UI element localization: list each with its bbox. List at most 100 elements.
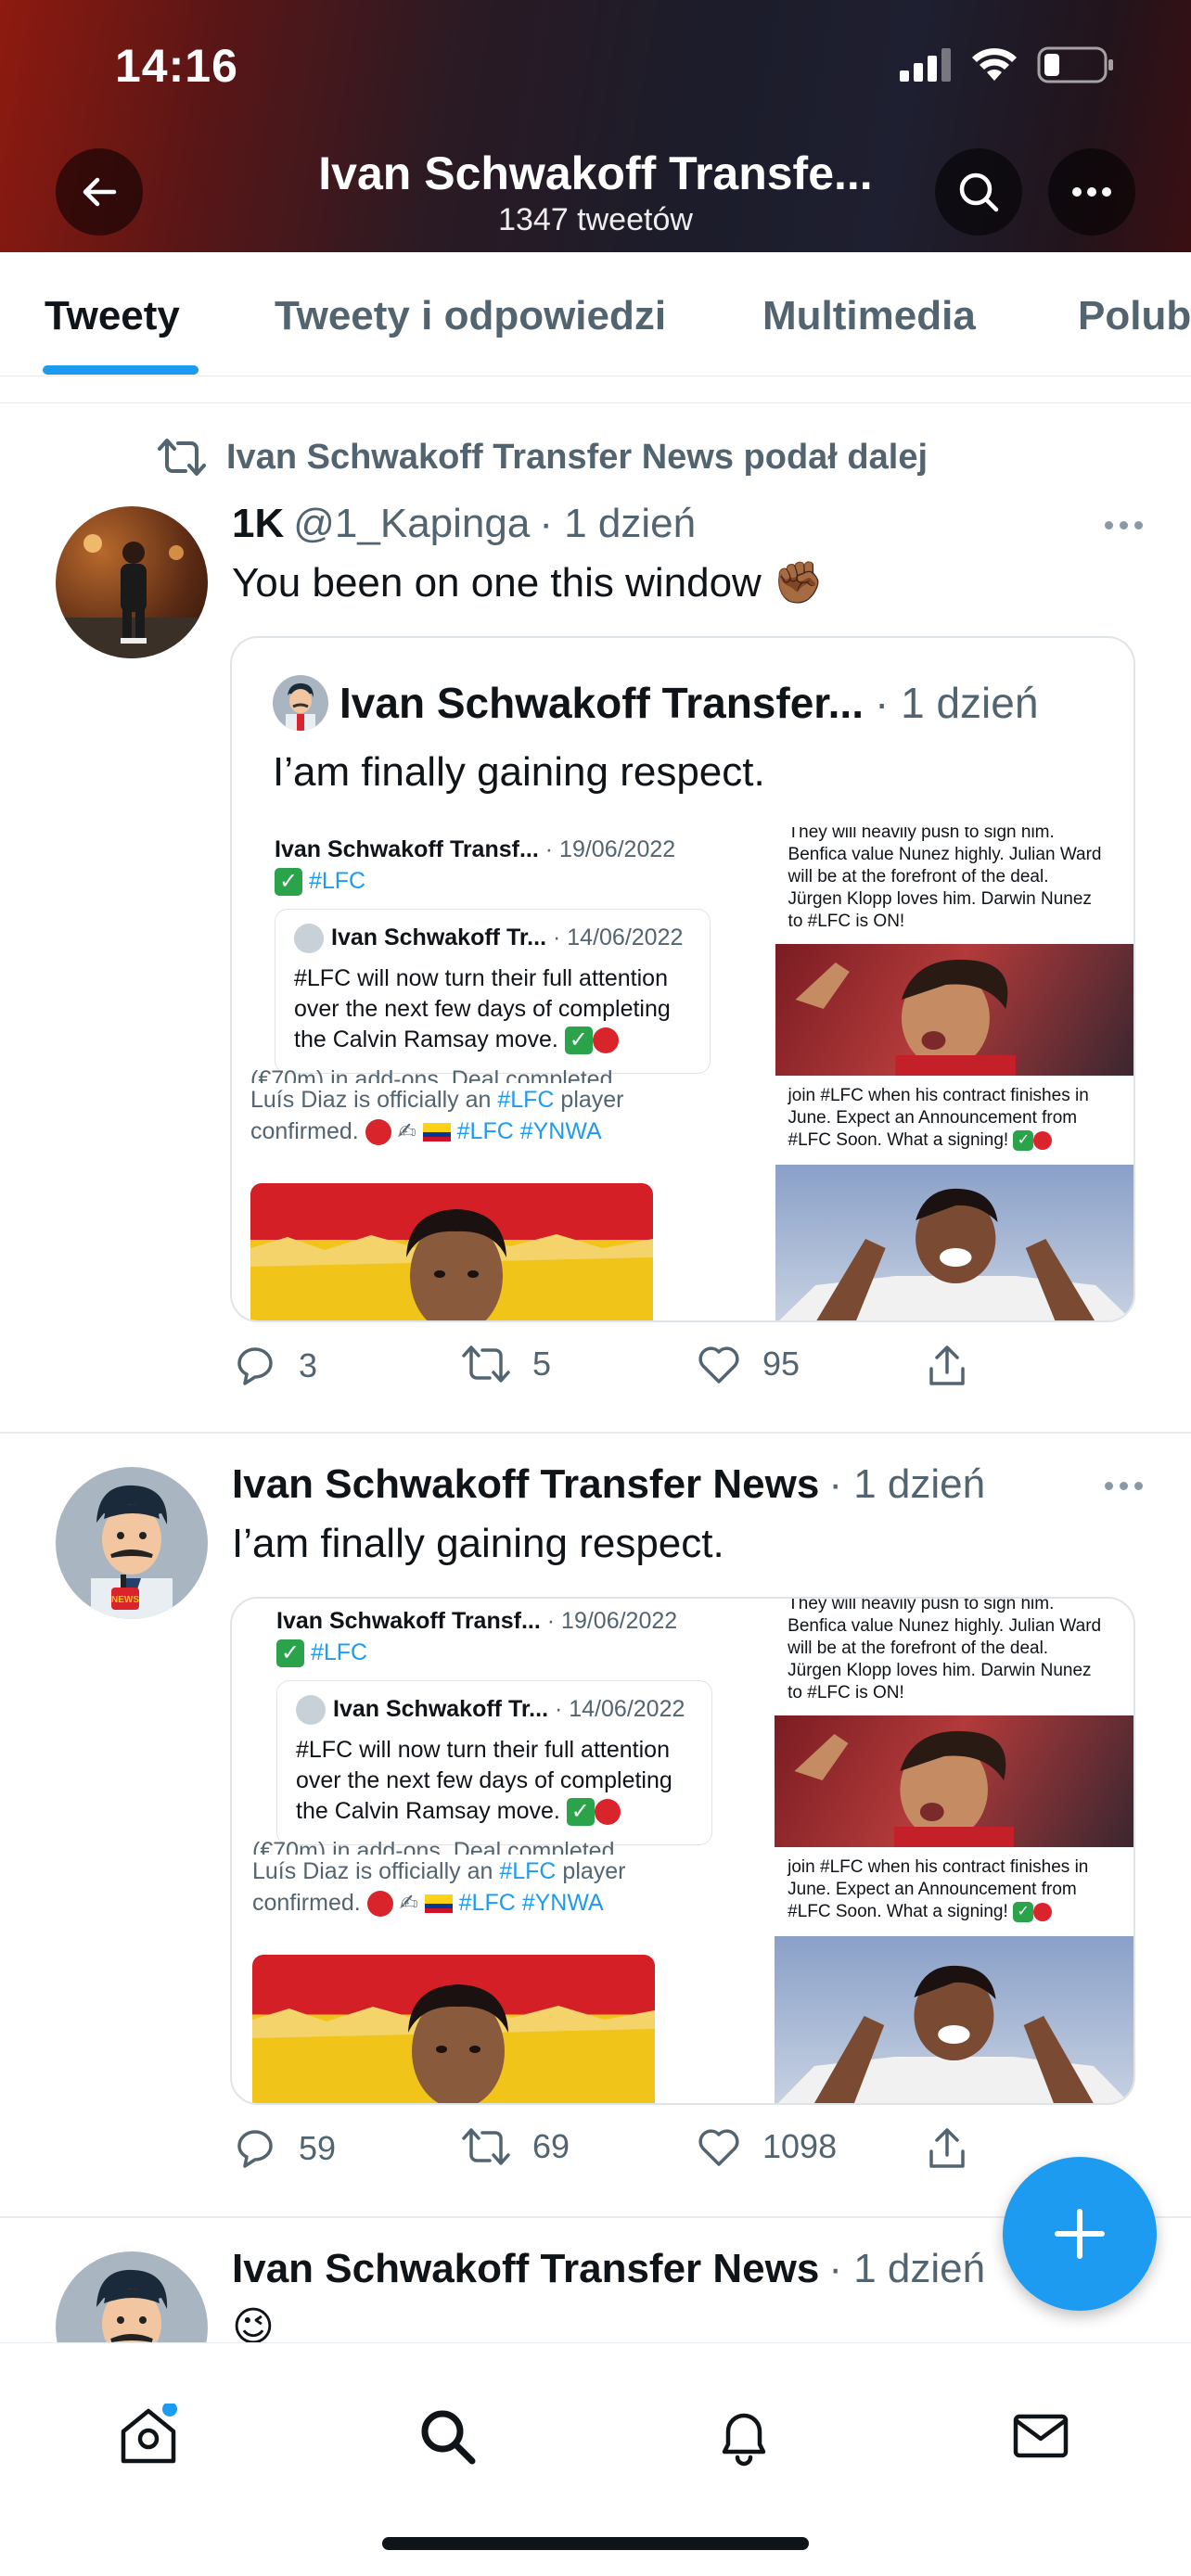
ss-carvalho-line2: June. Expect an Announcement from: [788, 1108, 1078, 1128]
retweet-count: 69: [532, 2127, 570, 2165]
back-button[interactable]: [56, 148, 143, 236]
writing-hand-icon: ✍: [399, 1891, 418, 1916]
ss-inner-quote: Ivan Schwakoff Tr... · 14/06/2022 #LFC w…: [275, 909, 711, 1074]
red-circle-icon: [1033, 1902, 1053, 1921]
ss-inner-line2: over the next few days of completing: [294, 996, 671, 1022]
ss-inner-date: · 14/06/2022: [554, 1696, 685, 1722]
quoted-tweet-header: Ivan Schwakoff Transfer... · 1 dzień: [273, 675, 1038, 731]
tab-media[interactable]: Multimedia: [762, 293, 976, 339]
tab-tweets-replies[interactable]: Tweety i odpowiedzi: [275, 293, 666, 339]
status-time: 14:16: [115, 40, 238, 92]
ss-diaz-a: Luís Diaz is officially an: [250, 1087, 498, 1113]
share-button[interactable]: [924, 1343, 970, 1389]
colombia-flag-icon: [422, 1123, 451, 1142]
checkmark-icon: ✓: [275, 868, 302, 897]
quoted-tweet[interactable]: Ivan Schwakoff Transfer... · 1 dzień I’a…: [230, 636, 1135, 1322]
ss-diaz-tags: #LFC #YNWA: [456, 1118, 602, 1144]
nav-messages[interactable]: [1004, 2399, 1078, 2473]
search-button[interactable]: [935, 148, 1022, 236]
handle[interactable]: @1_Kapinga: [293, 501, 530, 547]
ss-nunez-line4: Jürgen Klopp loves him. Darwin Nunez: [788, 1661, 1092, 1680]
tweet-time: · 1 dzień: [828, 2246, 986, 2291]
retweet-button[interactable]: 69: [460, 2125, 570, 2168]
search-icon: [421, 2410, 476, 2465]
ss-diaz-confirmed: confirmed.: [252, 1890, 361, 1916]
tweet-media[interactable]: Ivan Schwakoff Transf... · 19/06/2022 ✓ …: [232, 827, 1133, 1320]
more-icon: [1072, 187, 1111, 197]
quoted-time: · 1 dzień: [874, 679, 1039, 727]
share-icon: [929, 1345, 965, 1385]
display-name[interactable]: 1K: [232, 501, 284, 547]
ss-carvalho-line2: June. Expect an Announcement from: [788, 1880, 1077, 1899]
avatar[interactable]: NEWS: [56, 1467, 208, 1619]
avatar[interactable]: [56, 506, 208, 658]
home-icon: [121, 2404, 177, 2464]
player-portrait-icon: [250, 1209, 653, 1320]
status-icons: [900, 46, 1115, 83]
retweet-button[interactable]: 5: [460, 1343, 551, 1385]
checkmark-icon: ✓: [276, 1639, 304, 1668]
tweet-more-button[interactable]: [1105, 1482, 1143, 1490]
display-name[interactable]: Ivan Schwakoff Transfer News: [232, 2246, 819, 2292]
tab-tweets[interactable]: Tweety: [45, 293, 180, 339]
ss-nunez-line3: will be at the forefront of the deal.: [788, 1639, 1049, 1658]
checkmark-icon: ✓: [566, 1798, 595, 1827]
ss-diaz-b: player: [554, 1087, 624, 1113]
media-screenshot-left: Ivan Schwakoff Transf... · 19/06/2022 ✓ …: [232, 1599, 760, 2103]
nav-explore[interactable]: [410, 2399, 484, 2473]
heart-icon: [698, 1346, 739, 1384]
ss-nunez-line1: They will heavily push to sign him.: [788, 827, 1055, 842]
tab-likes[interactable]: Polub: [1078, 293, 1191, 339]
tweet-more-button[interactable]: [1105, 521, 1143, 529]
reply-button[interactable]: 3: [232, 1343, 317, 1389]
ss-nunez-line1: They will heavily push to sign him.: [788, 1599, 1055, 1613]
display-name[interactable]: Ivan Schwakoff Transfer News: [232, 1461, 819, 1508]
more-options-button[interactable]: [1048, 148, 1135, 236]
wifi-icon: [972, 48, 1017, 81]
tweet-media[interactable]: Ivan Schwakoff Transf... · 19/06/2022 ✓ …: [230, 1597, 1135, 2105]
colombia-flag-icon: [424, 1894, 453, 1914]
svg-text:NEWS: NEWS: [111, 1595, 139, 1605]
divider: [0, 402, 1191, 403]
checkmark-icon: ✓: [1013, 1129, 1034, 1151]
share-button[interactable]: [924, 2125, 970, 2172]
quoted-name: Ivan Schwakoff Transfer...: [339, 679, 864, 727]
media-screenshot-left: Ivan Schwakoff Transf... · 19/06/2022 ✓ …: [232, 827, 760, 1320]
tweet-count: 1347 tweetów: [498, 202, 693, 237]
plus-icon: [1055, 2209, 1105, 2259]
like-button[interactable]: 1098: [696, 2125, 837, 2168]
ss-nunez-line5: to #LFC is ON!: [788, 912, 905, 931]
ss-nunez-line2: Benfica value Nunez highly. Julian Ward: [788, 1616, 1102, 1636]
nav-home[interactable]: [111, 2399, 186, 2473]
ss-inner-line1: #LFC will now turn their full attention: [294, 965, 668, 991]
home-indicator: [382, 2537, 809, 2550]
retweet-indicator: Ivan Schwakoff Transfer News podał dalej: [156, 436, 928, 478]
tweet-author-line: Ivan Schwakoff Transfer News · 1 dzień: [232, 2246, 985, 2292]
cartoon-avatar-icon: [286, 682, 315, 731]
ss-carvalho-line1: join #LFC when his contract finishes in: [788, 1857, 1089, 1877]
reply-icon: [237, 2130, 273, 2168]
ss-diaz-tag: #LFC: [497, 1087, 555, 1113]
ss-nunez-line5: to #LFC is ON!: [788, 1683, 904, 1702]
profile-tabs: Tweety Tweety i odpowiedzi Multimedia Po…: [0, 252, 1191, 376]
like-count: 95: [762, 1345, 800, 1383]
ss-inner-quote: Ivan Schwakoff Tr... · 14/06/2022 #LFC w…: [276, 1680, 712, 1845]
ss-inner-line3: the Calvin Ramsay move.: [296, 1798, 560, 1824]
ss-nunez-line3: will be at the forefront of the deal.: [788, 867, 1049, 886]
ss-diaz-tag: #LFC: [499, 1858, 557, 1884]
mini-avatar: [294, 924, 324, 954]
compose-tweet-button[interactable]: [1003, 2157, 1157, 2311]
quoted-text: I’am finally gaining respect.: [273, 749, 765, 795]
reply-button[interactable]: 59: [232, 2125, 336, 2172]
ss-inner-name: Ivan Schwakoff Tr...: [333, 1696, 549, 1722]
nav-notifications[interactable]: [707, 2399, 781, 2473]
retweet-count: 5: [532, 1345, 552, 1383]
reply-count: 59: [299, 2129, 337, 2167]
carvalho-photo: [775, 1936, 1133, 2103]
active-tab-indicator: [43, 365, 198, 375]
red-circle-icon: [1033, 1130, 1053, 1150]
ss-nunez-line2: Benfica value Nunez highly. Julian Ward: [788, 845, 1102, 864]
like-button[interactable]: 95: [696, 1343, 800, 1385]
ss-carvalho-line1: join #LFC when his contract finishes in: [788, 1086, 1089, 1105]
ss-post-tag: #LFC: [310, 1639, 368, 1665]
